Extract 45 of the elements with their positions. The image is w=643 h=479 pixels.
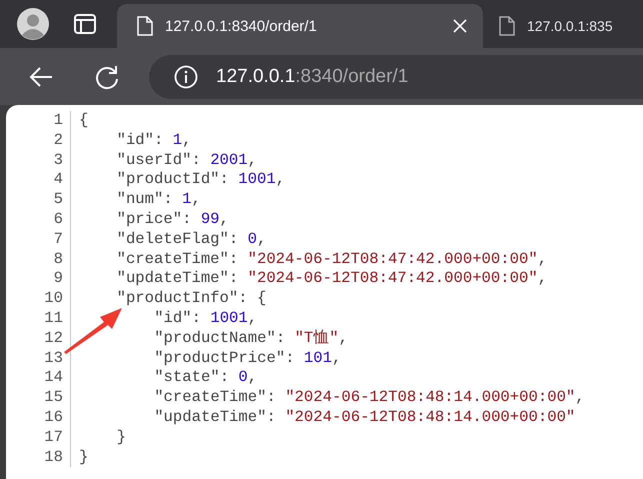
- code-line: "state": 0,: [153, 368, 258, 388]
- browser-tab[interactable]: 127.0.0.1:8340/order/1: [117, 4, 483, 48]
- code-line: "productInfo": {: [116, 289, 266, 309]
- code-line: "updateTime": "2024-06-12T08:47:42.000+00:00",: [116, 269, 548, 290]
- line-number: 2: [6, 130, 71, 151]
- code-line: "deleteFlag": 0,: [116, 230, 266, 250]
- line-number: 5: [6, 190, 71, 210]
- code-line: "productPrice": 101,: [153, 348, 342, 368]
- code-line: "userId": 2001,: [116, 150, 257, 170]
- line-number: 7: [6, 230, 71, 250]
- line-number: 3: [6, 150, 71, 170]
- code-line: "price": 99,: [116, 210, 229, 230]
- code-line: "productId": 1001,: [116, 170, 286, 190]
- info-icon[interactable]: [174, 64, 198, 88]
- line-number: 4: [6, 170, 71, 190]
- code-line: "createTime": "2024-06-12T08:48:14.000+00:00",: [153, 388, 585, 408]
- line-number: 8: [6, 250, 71, 270]
- code-line: "productName": "T恤",: [153, 328, 348, 349]
- address-bar[interactable]: 127.0.0.1:8340/order/1: [149, 54, 643, 98]
- tab-actions-icon[interactable]: [74, 14, 96, 34]
- code-line: "createTime": "2024-06-12T08:47:42.000+00:00",: [116, 250, 548, 270]
- code-line: "id": 1001,: [153, 308, 258, 329]
- line-number: 1: [6, 111, 71, 131]
- line-number: 15: [6, 388, 71, 408]
- code-line: }: [78, 448, 88, 468]
- line-number: 11: [6, 308, 71, 329]
- document-icon: [499, 16, 515, 36]
- line-number: 17: [6, 428, 71, 448]
- line-number: 18: [6, 448, 71, 468]
- url-text: 127.0.0.1:8340/order/1: [216, 66, 408, 88]
- line-number: 6: [6, 210, 71, 230]
- line-number: 9: [6, 269, 71, 290]
- line-number: 14: [6, 368, 71, 388]
- line-number: 16: [6, 408, 71, 428]
- code-line: "updateTime": "2024-06-12T08:48:14.000+00:00": [153, 408, 576, 428]
- avatar-icon[interactable]: [17, 8, 49, 40]
- reload-icon[interactable]: [94, 64, 120, 90]
- code-line: {: [78, 111, 88, 131]
- close-icon[interactable]: [453, 19, 467, 33]
- code-line: "id": 1,: [116, 130, 192, 151]
- line-number: 10: [6, 289, 71, 309]
- document-icon: [137, 16, 153, 36]
- code-line: }: [116, 428, 126, 448]
- browser-tab[interactable]: 127.0.0.1:835: [483, 4, 629, 48]
- code-line: "num": 1,: [116, 190, 201, 210]
